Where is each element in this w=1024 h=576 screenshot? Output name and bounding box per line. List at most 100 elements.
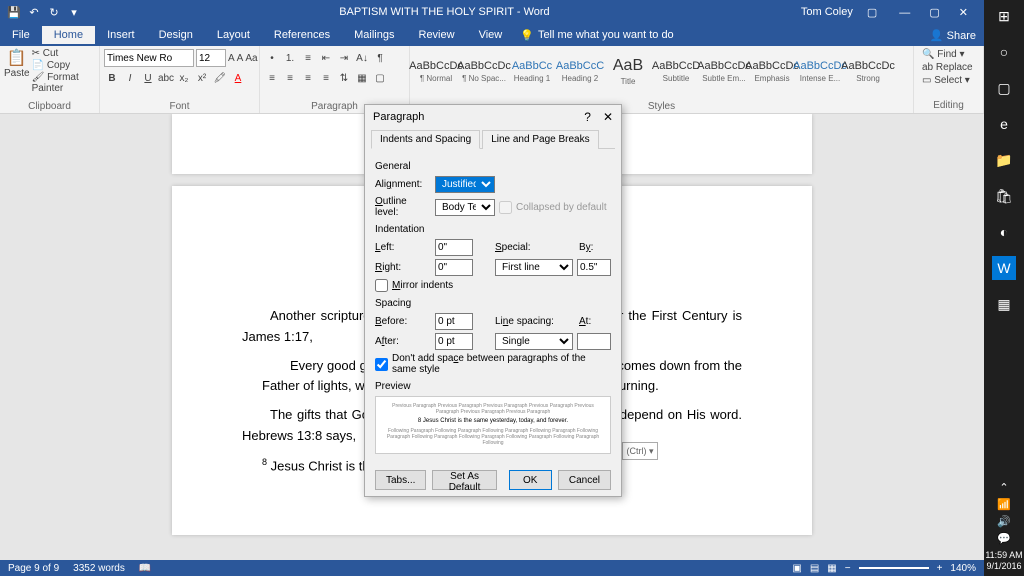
explorer-icon[interactable]: 📁 bbox=[992, 148, 1016, 172]
tab-mailings[interactable]: Mailings bbox=[342, 26, 406, 44]
paste-button[interactable]: 📋 Paste bbox=[4, 48, 30, 94]
tell-me[interactable]: 💡 Tell me what you want to do bbox=[520, 29, 673, 42]
subscript-button[interactable]: x₂ bbox=[176, 70, 192, 86]
outline-select[interactable]: Body Text bbox=[435, 199, 495, 216]
word-icon[interactable]: W bbox=[992, 256, 1016, 280]
calculator-icon[interactable]: ▦ bbox=[992, 292, 1016, 316]
strike-button[interactable]: abc bbox=[158, 70, 174, 86]
minimize-icon[interactable]: — bbox=[891, 7, 918, 19]
web-layout-icon[interactable]: ▦ bbox=[827, 563, 836, 574]
style-item[interactable]: AaBbCcDcStrong bbox=[845, 48, 891, 94]
app-icon[interactable]: ◐ bbox=[992, 220, 1016, 244]
align-left-icon[interactable]: ≡ bbox=[264, 70, 280, 86]
special-select[interactable]: First line bbox=[495, 259, 573, 276]
tab-insert[interactable]: Insert bbox=[95, 26, 147, 44]
redo-icon[interactable]: ↻ bbox=[46, 4, 62, 20]
zoom-out-icon[interactable]: − bbox=[845, 563, 851, 574]
zoom-slider[interactable] bbox=[859, 567, 929, 569]
close-dialog-icon[interactable]: ✕ bbox=[603, 110, 613, 124]
edge-icon[interactable]: e bbox=[992, 112, 1016, 136]
style-item[interactable]: AaBbCcDc¶ No Spac... bbox=[461, 48, 507, 94]
notifications-icon[interactable]: 💬 bbox=[985, 533, 1022, 546]
tab-home[interactable]: Home bbox=[42, 26, 95, 44]
tab-indents-spacing[interactable]: Indents and Spacing bbox=[371, 130, 480, 149]
user-name[interactable]: Tom Coley bbox=[801, 6, 853, 18]
tray-chevron-icon[interactable]: ⌃ bbox=[985, 482, 1022, 495]
network-icon[interactable]: 📶 bbox=[985, 499, 1022, 512]
style-item[interactable]: AaBbCcDcEmphasis bbox=[749, 48, 795, 94]
shrink-font-icon[interactable]: A bbox=[237, 50, 244, 66]
qat-more-icon[interactable]: ▾ bbox=[66, 4, 82, 20]
font-size-select[interactable] bbox=[196, 49, 226, 67]
clock-time[interactable]: 11:59 AM bbox=[985, 550, 1022, 561]
save-icon[interactable]: 💾 bbox=[6, 4, 22, 20]
increase-indent-icon[interactable]: ⇥ bbox=[336, 50, 352, 66]
start-icon[interactable]: ⊞ bbox=[992, 4, 1016, 28]
sort-icon[interactable]: A↓ bbox=[354, 50, 370, 66]
grow-font-icon[interactable]: A bbox=[228, 50, 235, 66]
superscript-button[interactable]: x² bbox=[194, 70, 210, 86]
spell-check-icon[interactable]: 📖 bbox=[139, 563, 151, 574]
set-default-button[interactable]: Set As Default bbox=[432, 470, 496, 490]
justify-icon[interactable]: ≡ bbox=[318, 70, 334, 86]
word-count[interactable]: 3352 words bbox=[73, 563, 125, 574]
tab-design[interactable]: Design bbox=[147, 26, 205, 44]
replace-button[interactable]: ab Replace bbox=[918, 61, 979, 74]
font-color-button[interactable]: A bbox=[230, 70, 246, 86]
mirror-checkbox[interactable] bbox=[375, 279, 388, 292]
copy-button[interactable]: 📄 Copy bbox=[32, 60, 95, 71]
tabs-button[interactable]: Tabs... bbox=[375, 470, 426, 490]
share-button[interactable]: 👤 Share bbox=[930, 29, 976, 42]
print-layout-icon[interactable]: ▤ bbox=[810, 563, 819, 574]
page-status[interactable]: Page 9 of 9 bbox=[8, 563, 59, 574]
multilevel-icon[interactable]: ≡ bbox=[300, 50, 316, 66]
alignment-select[interactable]: Justified bbox=[435, 176, 495, 193]
style-item[interactable]: AaBbCcHeading 1 bbox=[509, 48, 555, 94]
before-input[interactable] bbox=[435, 313, 473, 330]
style-item[interactable]: AaBbCcDcSubtle Em... bbox=[701, 48, 747, 94]
numbering-icon[interactable]: 1. bbox=[282, 50, 298, 66]
after-input[interactable] bbox=[435, 333, 473, 350]
volume-icon[interactable]: 🔊 bbox=[985, 516, 1022, 529]
show-marks-icon[interactable]: ¶ bbox=[372, 50, 388, 66]
clock-date[interactable]: 9/1/2016 bbox=[985, 561, 1022, 572]
style-item[interactable]: AaBbCcDSubtitle bbox=[653, 48, 699, 94]
borders-icon[interactable]: ▢ bbox=[372, 70, 388, 86]
ribbon-options-icon[interactable]: ▢ bbox=[867, 6, 877, 19]
undo-icon[interactable]: ↶ bbox=[26, 4, 42, 20]
decrease-indent-icon[interactable]: ⇤ bbox=[318, 50, 334, 66]
help-icon[interactable]: ? bbox=[584, 110, 591, 124]
tab-references[interactable]: References bbox=[262, 26, 342, 44]
left-indent-input[interactable] bbox=[435, 239, 473, 256]
paste-options-button[interactable]: (Ctrl) ▾ bbox=[622, 442, 658, 460]
read-mode-icon[interactable]: ▣ bbox=[792, 563, 801, 574]
dont-add-checkbox[interactable] bbox=[375, 358, 388, 371]
style-item[interactable]: AaBbCcDcIntense E... bbox=[797, 48, 843, 94]
close-icon[interactable]: ✕ bbox=[951, 7, 976, 19]
at-input[interactable] bbox=[577, 333, 611, 350]
tab-view[interactable]: View bbox=[467, 26, 515, 44]
maximize-icon[interactable]: ▢ bbox=[921, 7, 947, 19]
align-right-icon[interactable]: ≡ bbox=[300, 70, 316, 86]
find-button[interactable]: 🔍 Find ▾ bbox=[918, 48, 979, 61]
align-center-icon[interactable]: ≡ bbox=[282, 70, 298, 86]
cut-button[interactable]: ✂ Cut bbox=[32, 48, 95, 59]
tab-review[interactable]: Review bbox=[407, 26, 467, 44]
cortana-icon[interactable]: ○ bbox=[992, 40, 1016, 64]
zoom-level[interactable]: 140% bbox=[950, 563, 976, 574]
italic-button[interactable]: I bbox=[122, 70, 138, 86]
ok-button[interactable]: OK bbox=[509, 470, 552, 490]
style-item[interactable]: AaBTitle bbox=[605, 48, 651, 94]
style-item[interactable]: AaBbCcCHeading 2 bbox=[557, 48, 603, 94]
highlight-button[interactable]: 🖍 bbox=[212, 70, 228, 86]
cancel-button[interactable]: Cancel bbox=[558, 470, 611, 490]
bullets-icon[interactable]: • bbox=[264, 50, 280, 66]
format-painter-button[interactable]: 🖌 Format Painter bbox=[32, 72, 95, 94]
select-button[interactable]: ▭ Select ▾ bbox=[918, 74, 979, 87]
store-icon[interactable]: 🛍 bbox=[992, 184, 1016, 208]
line-spacing-select[interactable]: Single bbox=[495, 333, 573, 350]
bold-button[interactable]: B bbox=[104, 70, 120, 86]
line-spacing-icon[interactable]: ⇅ bbox=[336, 70, 352, 86]
zoom-in-icon[interactable]: + bbox=[937, 563, 943, 574]
tab-layout[interactable]: Layout bbox=[205, 26, 262, 44]
